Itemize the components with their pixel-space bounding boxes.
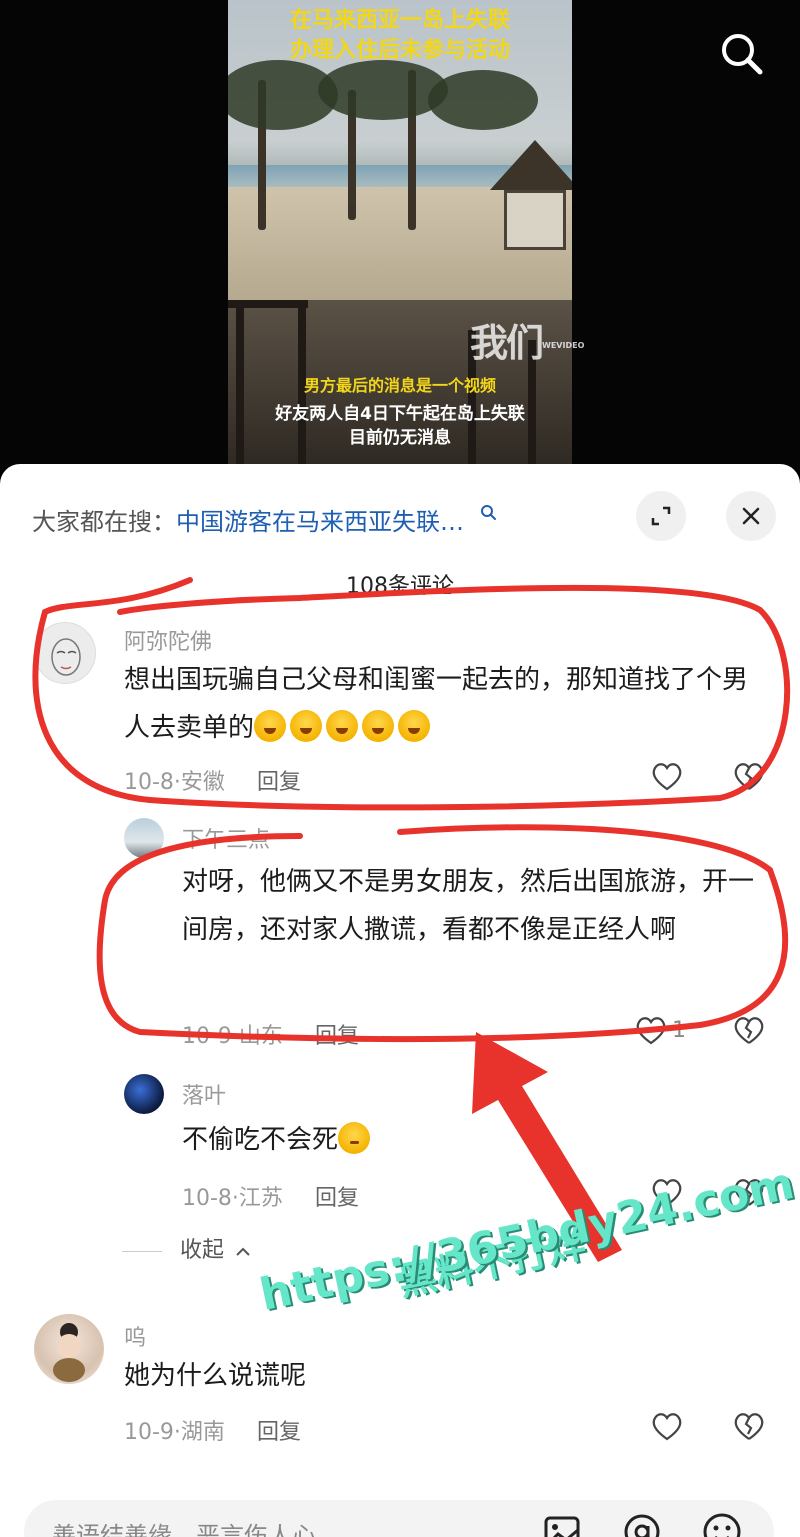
comment-date-region: 10-9·湖南 — [124, 1420, 225, 1445]
headline-line-1: 在马来西亚一岛上失联 — [289, 8, 510, 33]
close-icon — [742, 507, 760, 525]
dislike-broken-heart-icon[interactable] — [732, 1014, 766, 1046]
like-count: 1 — [672, 1018, 686, 1043]
video-subtitle-yellow: 男方最后的消息是一个视频 — [303, 376, 496, 395]
subtitle-line-2: 目前仍无消息 — [349, 428, 451, 448]
emoji-icon[interactable] — [700, 1510, 744, 1537]
chevron-up-icon — [236, 1247, 250, 1256]
comment-date-region: 10-9·山东 — [182, 1024, 283, 1049]
video-player[interactable]: 在马来西亚一岛上失联 办理入住后未参与活动 我们WEVIDEO 男方最后的消息是… — [0, 0, 800, 470]
crying-emoji-group — [254, 710, 434, 743]
logo-text: 我们 — [470, 321, 544, 365]
reply-button[interactable]: 回复 — [315, 1024, 359, 1049]
like-heart-icon[interactable] — [650, 760, 684, 792]
avatar[interactable] — [124, 1074, 164, 1114]
search-icon — [480, 505, 496, 520]
comment-username[interactable]: 呜 — [124, 1320, 146, 1352]
avatar[interactable] — [34, 622, 96, 684]
comment-text-content: 不偷吃不会死 — [182, 1125, 339, 1155]
avatar[interactable] — [34, 1314, 104, 1384]
comment-text: 不偷吃不会死 — [182, 1116, 762, 1164]
reply-button[interactable]: 回复 — [315, 1186, 359, 1211]
comment-text: 对呀，他俩又不是男女朋友，然后出国旅游，开一间房，还对家人撒谎，看都不像是正经人… — [182, 867, 755, 945]
comment-date-region: 10-8·安徽 — [124, 770, 225, 795]
expand-button[interactable] — [636, 491, 686, 541]
thinking-emoji — [338, 1122, 371, 1154]
image-icon[interactable] — [540, 1510, 584, 1537]
dislike-broken-heart-icon[interactable] — [732, 1410, 766, 1442]
comment-username[interactable]: 阿弥陀佛 — [124, 624, 212, 656]
comment-username[interactable]: 落叶 — [182, 1078, 226, 1110]
trending-search-link[interactable]: 中国游客在马来西亚失联… — [176, 508, 464, 536]
collapse-replies-button[interactable]: 收起 — [122, 1232, 251, 1264]
reply-button[interactable]: 回复 — [257, 1420, 301, 1445]
mention-icon[interactable] — [620, 1510, 664, 1537]
comment-meta: 10-8·安徽 回复 — [124, 764, 301, 796]
like-heart-icon[interactable] — [650, 1410, 684, 1442]
collapse-label: 收起 — [180, 1238, 225, 1263]
comment-text-content: 想出国玩骗自己父母和闺蜜一起去的，那知道找了个男人去卖单的 — [124, 665, 749, 743]
expand-icon — [651, 506, 671, 526]
beach-hut — [490, 140, 572, 250]
trending-search-label: 大家都在搜： — [32, 508, 176, 536]
subtitle-line-1: 好友两人自4日下午起在岛上失联 — [275, 404, 525, 424]
crying-emoji — [398, 710, 431, 742]
trending-search[interactable]: 大家都在搜：中国游客在马来西亚失联… — [32, 502, 498, 537]
avatar[interactable] — [124, 818, 164, 858]
reply-button[interactable]: 回复 — [257, 770, 301, 795]
dislike-broken-heart-icon[interactable] — [732, 760, 766, 792]
video-logo: 我们WEVIDEO — [470, 312, 584, 367]
video-subtitle-white: 好友两人自4日下午起在岛上失联 目前仍无消息 — [228, 402, 572, 450]
comment-input[interactable]: 善语结善缘，恶言伤人心 — [24, 1500, 774, 1537]
logo-small-text: WEVIDEO — [542, 341, 585, 350]
comment-date-region: 10-8·江苏 — [182, 1186, 283, 1211]
crying-emoji — [362, 710, 395, 742]
search-icon — [722, 34, 763, 75]
search-button[interactable] — [716, 28, 768, 80]
comment-count: 108条评论 — [346, 574, 454, 599]
comment-username[interactable]: 下午三点 — [182, 822, 270, 854]
headline-line-2: 办理入住后未参与活动 — [289, 38, 510, 63]
crying-emoji — [254, 710, 287, 742]
comment-meta: 10-9·山东 回复 — [182, 1018, 359, 1050]
close-button[interactable] — [726, 491, 776, 541]
comment-meta: 10-9·湖南 回复 — [124, 1414, 301, 1446]
comment-text: 想出国玩骗自己父母和闺蜜一起去的，那知道找了个男人去卖单的 — [124, 656, 764, 752]
comment-input-placeholder: 善语结善缘，恶言伤人心 — [52, 1522, 316, 1537]
comments-sheet: 大家都在搜：中国游客在马来西亚失联… 108条评论 阿弥陀佛 想出国玩骗自己父母… — [0, 464, 800, 1537]
comment-meta: 10-8·江苏 回复 — [182, 1180, 359, 1212]
video-frame[interactable] — [228, 0, 572, 470]
crying-emoji — [290, 710, 323, 742]
divider — [122, 1250, 162, 1252]
tree-canopy — [318, 60, 448, 120]
comment-text: 她为什么说谎呢 — [124, 1361, 307, 1391]
crying-emoji — [326, 710, 359, 742]
tree-canopy — [428, 70, 538, 130]
like-heart-icon[interactable] — [634, 1014, 668, 1046]
video-headline: 在马来西亚一岛上失联 办理入住后未参与活动 — [228, 6, 572, 66]
